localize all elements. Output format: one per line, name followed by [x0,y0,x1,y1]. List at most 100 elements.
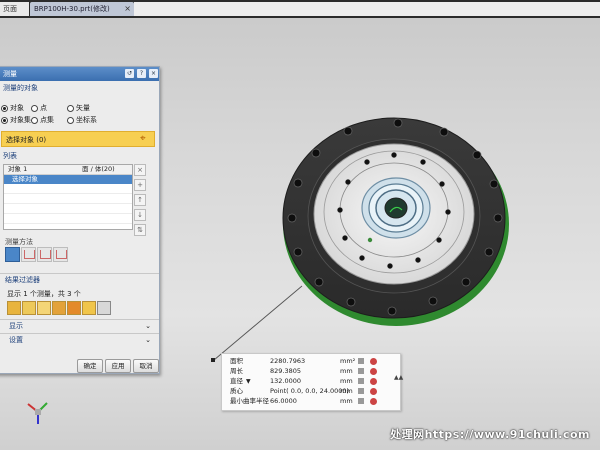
settings-section-header[interactable]: 设置 [3,335,23,346]
divider [0,333,159,334]
list-item[interactable] [4,184,132,194]
result-row-diameter: 直径 ▼ 132.0000 mm [222,377,400,386]
radio-icon [1,116,8,124]
list-section-header[interactable]: 列表 [0,151,17,162]
result-row-perimeter: 周长 829.3805 mm [222,367,400,376]
method-label: 测量方法 [5,238,33,246]
method-area-icon[interactable] [5,247,20,262]
select-object-label: 选择对象 (0) [6,136,47,144]
copy-icon[interactable] [358,368,364,374]
filter-volume-icon[interactable] [67,301,81,315]
result-row-centroid: 质心 Point( 0.0, 0.0, 24.0000) mm [222,387,400,396]
leader-line [213,285,303,361]
filter-angle-icon[interactable] [37,301,51,315]
list-header: 对象 1 面 / 体(20) [4,165,132,175]
move-down-icon[interactable]: ↓ [134,209,146,221]
radio-vector-label: 矢量 [76,104,90,112]
filter-settings-icon[interactable] [97,301,111,315]
result-label: 质心 [230,387,243,395]
copy-icon[interactable] [358,388,364,394]
radio-csys[interactable]: 坐标系 [67,115,97,125]
filter-section-header[interactable]: 结果过滤器 [0,275,40,286]
radio-object-label: 对象 [10,104,24,112]
radio-point-set-label: 点集 [40,116,54,124]
result-value: 132.0000 [270,377,302,385]
result-label: 最小曲率半径 [230,397,269,405]
method-radius-icon[interactable] [37,247,52,262]
list-item-selected[interactable]: 选择对象 [4,175,132,184]
radio-point[interactable]: 点 [31,103,47,113]
list-item[interactable] [4,194,132,204]
chevron-down-icon[interactable]: ⌄ [145,336,151,344]
radio-point-set[interactable]: 点集 [31,115,54,125]
filter-point-icon[interactable] [7,301,21,315]
result-unit: mm [340,377,353,385]
list-col-object: 对象 1 [8,165,28,173]
result-unit: mm² [340,357,356,365]
result-label: 直径 ▼ [230,377,251,386]
apply-button[interactable]: 应用 [105,359,131,373]
list-side-buttons: × + ↑ ↓ ⇅ [134,164,146,239]
result-value: 66.0000 [270,397,297,405]
objects-section-header[interactable]: 测量的对象 [0,83,159,94]
method-length-icon[interactable] [21,247,36,262]
copy-icon[interactable] [358,398,364,404]
add-icon[interactable]: + [134,179,146,191]
list-item-label: 选择对象 [12,175,38,183]
face-marker [367,237,373,243]
remove-icon[interactable]: × [134,164,146,176]
measurement-results[interactable]: 面积 2280.7963 mm² 周长 829.3805 mm 直径 ▼ 132.… [221,353,401,411]
divider [0,319,159,320]
radio-icon [31,116,38,124]
radio-vector[interactable]: 矢量 [67,103,90,113]
divider [0,273,159,274]
copy-icon[interactable] [358,358,364,364]
measure-dialog: 测量 ↺ ? × 测量的对象 对象 点 矢量 对象集 点集 坐标系 选择对象 (… [0,66,160,374]
display-section-header[interactable]: 显示 [3,321,23,332]
radio-object-set[interactable]: 对象集 [1,115,31,125]
dialog-titlebar: 测量 ↺ ? × [0,67,159,81]
filter-distance-icon[interactable] [22,301,36,315]
copy-icon[interactable] [358,378,364,384]
radio-icon [1,104,8,112]
move-up-icon[interactable]: ↑ [134,194,146,206]
pin-icon[interactable] [370,378,377,385]
dialog-title: 测量 [3,70,17,78]
crosshair-icon[interactable]: ⌖ [140,134,150,144]
radio-icon [31,104,38,112]
reorder-icon[interactable]: ⇅ [134,224,146,236]
result-value: 2280.7963 [270,357,306,365]
result-unit: mm [340,387,353,395]
filter-summary: 显示 1 个测量，共 3 个 [7,290,81,298]
chevron-down-icon[interactable]: ⌄ [145,322,151,330]
dropdown-icon[interactable]: ▼ [246,377,251,386]
filter-mass-icon[interactable] [82,301,96,315]
list-item[interactable] [4,204,132,214]
object-list[interactable]: 对象 1 面 / 体(20) 选择对象 [3,164,133,230]
result-unit: mm [340,397,353,405]
result-label-text: 直径 [230,377,243,385]
pin-icon[interactable] [370,358,377,365]
method-angle-icon[interactable] [53,247,68,262]
pin-icon[interactable] [370,368,377,375]
pin-icon[interactable] [370,398,377,405]
select-object-bar[interactable]: 选择对象 (0) ⌖ [1,131,155,147]
leader-anchor [211,358,215,362]
filter-area-icon[interactable] [52,301,66,315]
expand-icon[interactable]: ▲▲ [394,374,403,381]
pin-icon[interactable] [370,388,377,395]
radio-csys-label: 坐标系 [76,116,97,124]
radio-object[interactable]: 对象 [1,103,24,113]
result-row-area: 面积 2280.7963 mm² [222,357,400,366]
list-item[interactable] [4,214,132,224]
radio-object-set-label: 对象集 [10,116,31,124]
result-unit: mm [340,367,353,375]
cancel-button[interactable]: 取消 [133,359,159,373]
watermark: 处理网https://www.91chuli.com [390,428,590,441]
dialog-close-button[interactable]: × [149,69,158,78]
ok-button[interactable]: 确定 [77,359,103,373]
result-label: 周长 [230,367,243,375]
help-button[interactable]: ? [137,69,146,78]
reset-button[interactable]: ↺ [125,69,134,78]
radio-icon [67,104,74,112]
